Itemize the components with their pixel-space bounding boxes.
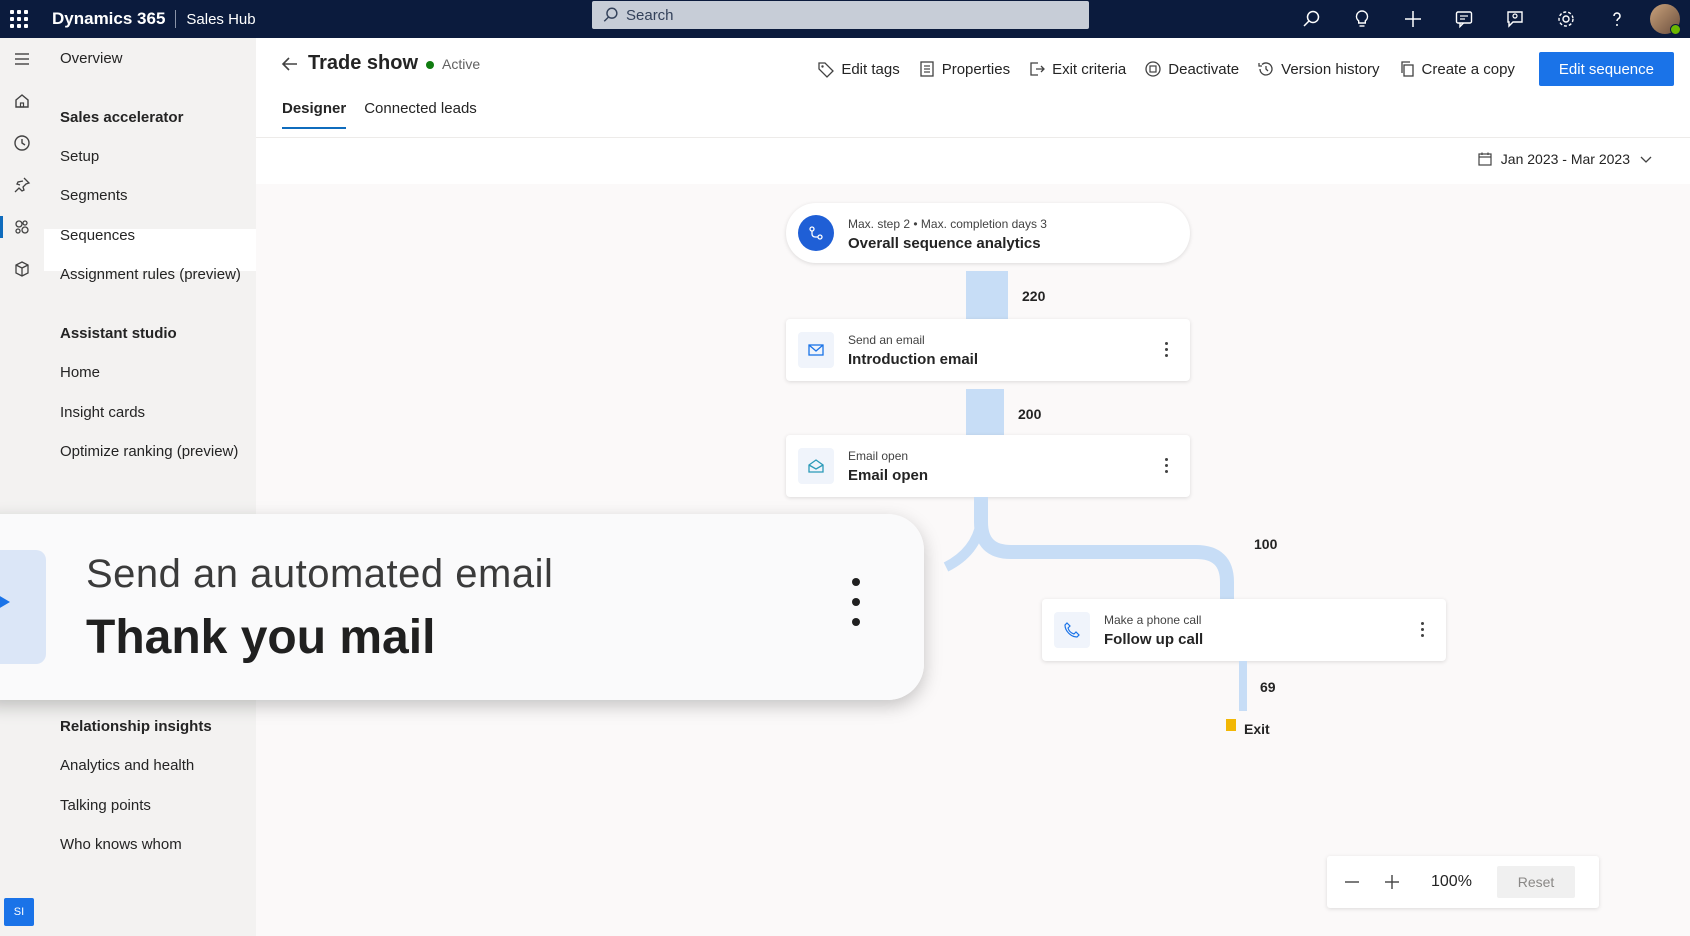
flow-count-3: 100 [1254, 536, 1278, 552]
sidebar-item-who-knows-whom[interactable]: Who knows whom [60, 836, 182, 853]
sidebar-item-segments[interactable]: Segments [60, 187, 128, 204]
search-icon [603, 7, 618, 22]
sidebar-group-sales-accelerator: Sales accelerator [60, 109, 184, 126]
sitemap-sidebar: Overview Sales accelerator Setup Segment… [44, 38, 256, 936]
step-card-follow-up-call[interactable]: Make a phone call Follow up call [1042, 599, 1446, 661]
help-icon [1612, 12, 1621, 26]
exit-flag-icon [1226, 719, 1236, 731]
sidebar-item-sequences[interactable]: Sequences [60, 227, 135, 244]
overall-analytics-title: Overall sequence analytics [848, 235, 1041, 252]
flow-count-2: 200 [1018, 406, 1042, 422]
sidebar-item-analytics-health[interactable]: Analytics and health [60, 757, 194, 774]
reset-zoom-button[interactable]: Reset [1497, 866, 1575, 898]
settings-icon [1557, 11, 1574, 27]
rail-menu-button[interactable] [0, 38, 44, 80]
exit-label: Exit [1244, 721, 1270, 737]
sidebar-item-insight-cards[interactable]: Insight cards [60, 404, 145, 421]
zoom-controls: 100% Reset [1327, 856, 1599, 908]
left-rail: SI [0, 38, 44, 936]
play-arrow-icon [0, 595, 10, 609]
home-icon [15, 94, 29, 108]
area-switcher-button[interactable]: SI [4, 898, 34, 926]
overall-analytics-subtitle: Max. step 2 • Max. completion days 3 [848, 217, 1047, 231]
step-3-title: Follow up call [1104, 631, 1204, 648]
brand-divider [175, 10, 177, 28]
search-button[interactable] [1285, 0, 1336, 38]
top-bar-actions [1285, 0, 1681, 38]
step-1-type: Send an email [848, 333, 925, 347]
recent-icon [14, 135, 30, 151]
zoom-out-button[interactable] [1337, 867, 1367, 897]
minus-icon [1345, 881, 1359, 883]
step-2-more-icon[interactable] [1163, 458, 1169, 473]
phone-icon [1054, 612, 1090, 648]
feedback-icon [1506, 11, 1523, 28]
package-icon [15, 261, 29, 277]
sidebar-group-relationship-insights: Relationship insights [60, 718, 212, 735]
flow-connector-2 [966, 389, 1004, 441]
sidebar-item-overview[interactable]: Overview [60, 50, 123, 67]
rail-sales-accelerator-button[interactable] [0, 206, 44, 248]
feedback-button[interactable] [1489, 0, 1540, 38]
step-card-introduction-email[interactable]: Send an email Introduction email [786, 319, 1190, 381]
pin-icon [14, 177, 31, 193]
flow-count-1: 220 [1022, 288, 1046, 304]
global-search[interactable]: Search [592, 1, 1089, 29]
step-1-title: Introduction email [848, 351, 979, 368]
plus-icon [1385, 875, 1399, 889]
ideas-button[interactable] [1336, 0, 1387, 38]
settings-button[interactable] [1540, 0, 1591, 38]
sidebar-item-setup[interactable]: Setup [60, 148, 99, 165]
flow-connector-1 [966, 271, 1008, 323]
sales-accelerator-icon [15, 220, 29, 234]
callout-more-icon[interactable] [852, 578, 860, 626]
brand-name[interactable]: Dynamics 365 [52, 9, 165, 29]
rail-package-button[interactable] [0, 248, 44, 290]
app-launcher-button[interactable] [0, 0, 38, 38]
step-callout-overlay[interactable]: Send an automated email Thank you mail [0, 514, 924, 700]
designer-canvas: Max. step 2 • Max. completion days 3 Ove… [256, 38, 1690, 936]
exit-count: 69 [1260, 679, 1276, 695]
email-open-icon [798, 448, 834, 484]
rail-recent-button[interactable] [0, 122, 44, 164]
rail-home-button[interactable] [0, 80, 44, 122]
chat-icon [1455, 11, 1472, 29]
sidebar-item-home[interactable]: Home [60, 364, 100, 381]
overall-analytics-card[interactable]: Max. step 2 • Max. completion days 3 Ove… [786, 203, 1190, 263]
callout-subtitle: Send an automated email [86, 552, 554, 596]
new-button[interactable] [1387, 0, 1438, 38]
email-icon [798, 332, 834, 368]
chat-button[interactable] [1438, 0, 1489, 38]
sidebar-item-assignment-rules[interactable]: Assignment rules (preview) [60, 266, 241, 283]
sidebar-item-talking-points[interactable]: Talking points [60, 797, 151, 814]
zoom-level: 100% [1431, 873, 1472, 890]
step-3-type: Make a phone call [1104, 613, 1202, 627]
step-2-type: Email open [848, 449, 909, 463]
flow-connector-exit [1239, 661, 1247, 711]
callout-title: Thank you mail [86, 611, 436, 664]
search-icon [1302, 10, 1319, 27]
main-content: Trade show Active Edit tags Properties E… [256, 38, 1690, 936]
help-button[interactable] [1591, 0, 1642, 38]
search-placeholder: Search [626, 6, 674, 24]
step-3-more-icon[interactable] [1419, 622, 1425, 637]
step-2-title: Email open [848, 467, 929, 484]
top-bar: Dynamics 365 Sales Hub Search [0, 0, 1690, 38]
sidebar-item-optimize-ranking[interactable]: Optimize ranking (preview) [60, 443, 238, 460]
step-card-email-open[interactable]: Email open Email open [786, 435, 1190, 497]
hamburger-icon [15, 53, 29, 65]
user-avatar[interactable] [1650, 4, 1681, 35]
sequence-analytics-icon [798, 215, 834, 251]
zoom-in-button[interactable] [1377, 867, 1407, 897]
lightbulb-icon [1355, 10, 1368, 27]
sidebar-group-assistant-studio: Assistant studio [60, 325, 177, 342]
plus-icon [1404, 11, 1421, 27]
step-1-more-icon[interactable] [1163, 342, 1169, 357]
app-name[interactable]: Sales Hub [186, 11, 255, 28]
rail-pinned-button[interactable] [0, 164, 44, 206]
waffle-icon [10, 10, 28, 28]
